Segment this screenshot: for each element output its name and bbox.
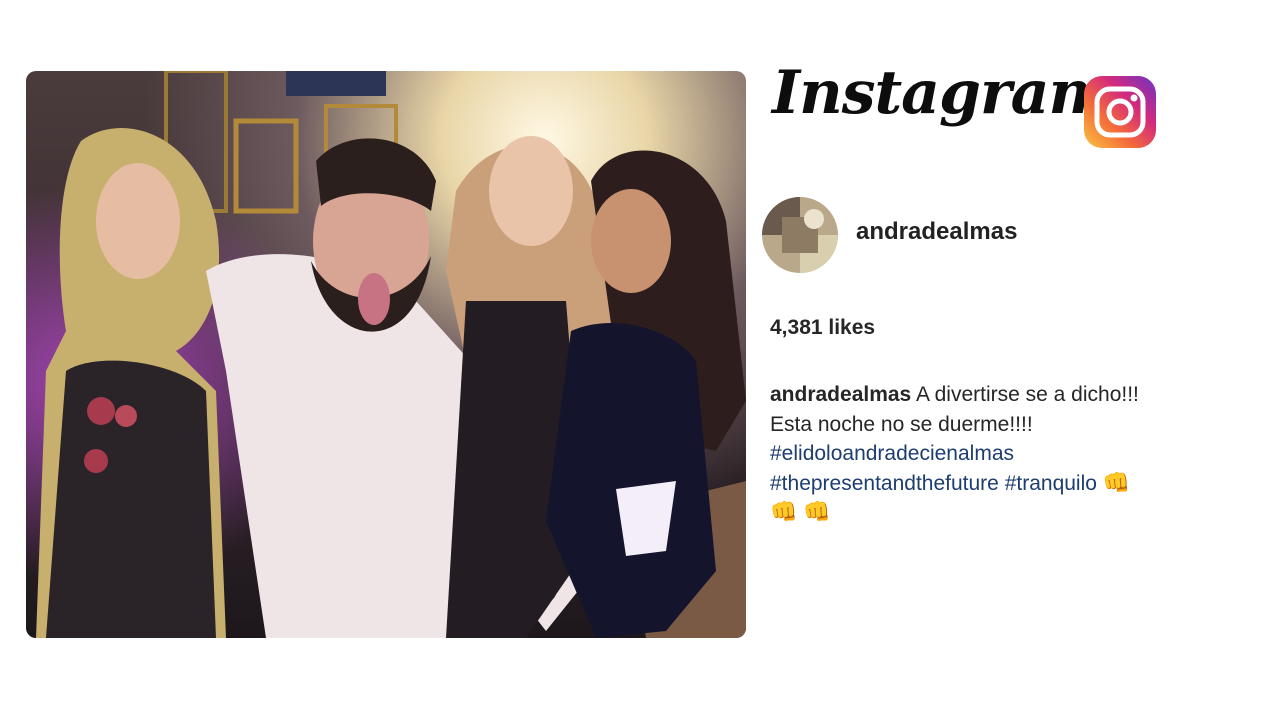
group-selfie-image: [26, 71, 746, 638]
fist-emoji-icon: 👊: [803, 500, 831, 525]
post-caption: andradealmas A divertirse se a dicho!!! …: [770, 380, 1230, 528]
hashtag-link[interactable]: #tranquilo: [1005, 472, 1097, 495]
fist-emoji-icon: 👊: [1102, 470, 1131, 496]
caption-text-2: Esta noche no se duerme!!!!: [770, 412, 1033, 436]
post-photo[interactable]: [26, 71, 746, 638]
instagram-camera-icon: [1082, 74, 1158, 150]
caption-username[interactable]: andradealmas: [770, 383, 911, 406]
caption-line-3: #elidoloandradecienalmas: [770, 439, 1230, 469]
caption-line-1: andradealmas A divertirse se a dicho!!!: [770, 380, 1230, 410]
caption-text-1: A divertirse se a dicho!!!: [915, 383, 1139, 406]
fist-emoji-icon: 👊: [770, 500, 798, 525]
likes-count[interactable]: 4,381 likes: [770, 316, 875, 340]
hashtag-link[interactable]: #thepresentandthefuture: [770, 472, 999, 495]
caption-line-4: #thepresentandthefuture #tranquilo 👊: [770, 469, 1230, 499]
avatar[interactable]: [762, 197, 838, 273]
post-username[interactable]: andradealmas: [856, 218, 1017, 246]
instagram-wordmark: Instagram: [772, 58, 1112, 128]
caption-line-5: 👊 👊: [770, 498, 1230, 528]
instagram-brand: Instagram: [772, 58, 1172, 157]
hashtag-link[interactable]: #elidoloandradecienalmas: [770, 442, 1014, 465]
